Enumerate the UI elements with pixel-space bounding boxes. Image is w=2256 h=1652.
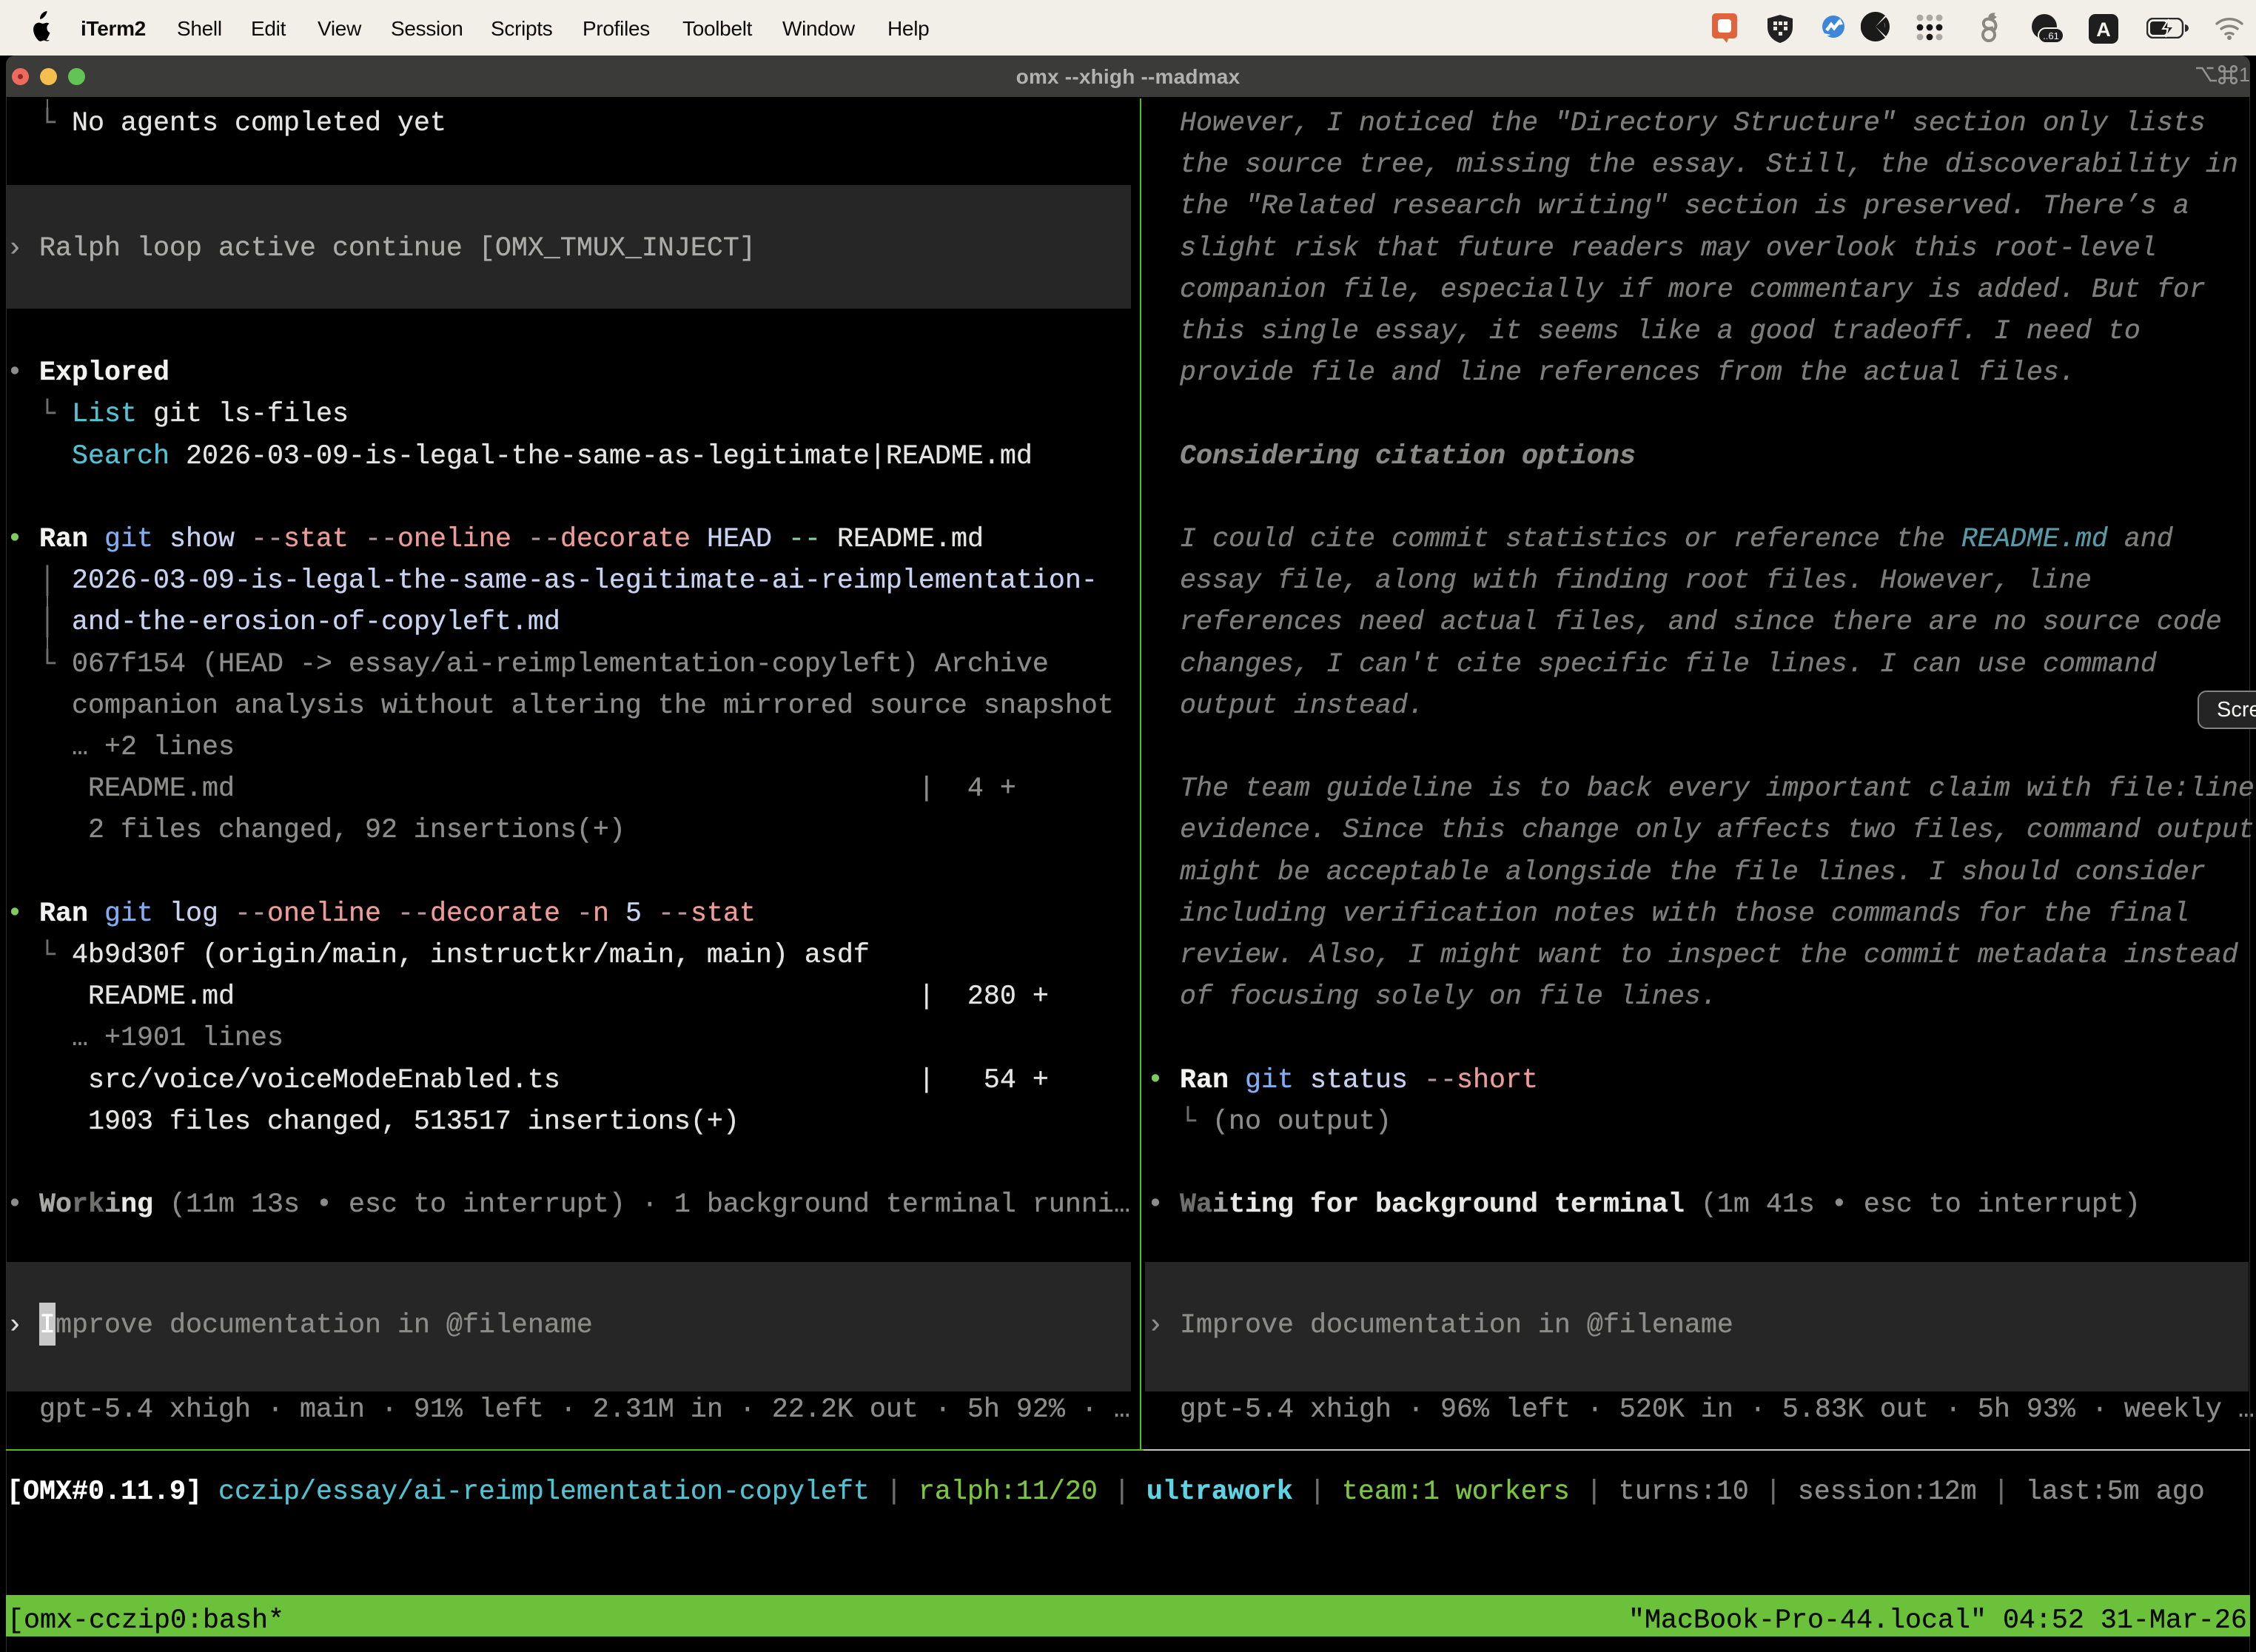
svg-text:1: 1	[2239, 64, 2250, 86]
svg-text:A: A	[2096, 19, 2111, 41]
svg-text:..61: ..61	[2043, 30, 2059, 41]
